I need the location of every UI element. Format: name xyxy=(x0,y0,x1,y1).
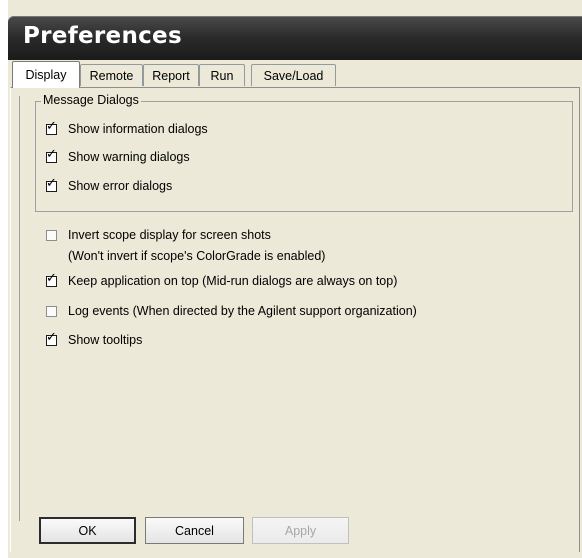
show-warning-dialogs-option[interactable]: ✓ Show warning dialogs xyxy=(46,148,190,164)
preferences-window: Preferences Display Remote Report Run Sa… xyxy=(8,0,582,558)
show-warning-dialogs-checkbox[interactable]: ✓ xyxy=(46,148,57,163)
keep-on-top-option[interactable]: ✓ Keep application on top (Mid-run dialo… xyxy=(46,272,398,288)
invert-scope-display-checkbox[interactable] xyxy=(46,229,57,241)
show-information-dialogs-checkbox[interactable]: ✓ xyxy=(46,120,57,135)
invert-scope-display-note: (Won't invert if scope's ColorGrade is e… xyxy=(68,249,326,263)
show-error-dialogs-option[interactable]: ✓ Show error dialogs xyxy=(46,177,173,193)
display-tab-panel: Message Dialogs ✓ Show information dialo… xyxy=(10,87,580,552)
tab-strip: Display Remote Report Run Save/Load xyxy=(8,60,582,88)
show-tooltips-option[interactable]: ✓ Show tooltips xyxy=(46,331,143,347)
show-tooltips-label: Show tooltips xyxy=(68,333,143,347)
log-events-option[interactable]: Log events (When directed by the Agilent… xyxy=(46,304,417,318)
show-warning-dialogs-label: Show warning dialogs xyxy=(68,150,190,164)
tab-save-load-label: Save/Load xyxy=(263,68,324,83)
tab-run-label: Run xyxy=(210,68,234,83)
invert-scope-display-label: Invert scope display for screen shots xyxy=(68,228,271,242)
panel-inner-edge xyxy=(19,96,20,521)
invert-scope-display-option[interactable]: Invert scope display for screen shots xyxy=(46,228,271,242)
tab-remote[interactable]: Remote xyxy=(80,64,143,86)
tab-report-label: Report xyxy=(152,68,190,83)
tab-run[interactable]: Run xyxy=(199,64,245,86)
checkmark-icon: ✓ xyxy=(46,270,57,286)
title-bar[interactable]: Preferences xyxy=(8,16,582,60)
message-dialogs-legend: Message Dialogs xyxy=(41,93,141,107)
tab-display[interactable]: Display xyxy=(12,61,80,88)
cancel-button[interactable]: Cancel xyxy=(145,517,244,544)
log-events-checkbox[interactable] xyxy=(46,305,57,317)
tab-save-load[interactable]: Save/Load xyxy=(251,64,336,86)
tab-display-label: Display xyxy=(25,68,67,82)
log-events-label: Log events (When directed by the Agilent… xyxy=(68,304,417,318)
show-tooltips-checkbox[interactable]: ✓ xyxy=(46,331,57,346)
tab-remote-label: Remote xyxy=(89,68,134,83)
show-error-dialogs-label: Show error dialogs xyxy=(68,179,173,193)
checkmark-icon: ✓ xyxy=(46,118,57,134)
show-information-dialogs-label: Show information dialogs xyxy=(68,122,208,136)
show-error-dialogs-checkbox[interactable]: ✓ xyxy=(46,177,57,192)
apply-button[interactable]: Apply xyxy=(252,517,349,544)
tab-report[interactable]: Report xyxy=(143,64,199,86)
keep-on-top-checkbox[interactable]: ✓ xyxy=(46,272,57,287)
message-dialogs-group: Message Dialogs ✓ Show information dialo… xyxy=(35,93,573,212)
window-title: Preferences xyxy=(23,23,182,49)
checkmark-icon: ✓ xyxy=(46,175,57,191)
ok-button[interactable]: OK xyxy=(39,517,136,544)
checkmark-icon: ✓ xyxy=(46,146,57,162)
keep-on-top-label: Keep application on top (Mid-run dialogs… xyxy=(68,274,398,288)
checkmark-icon: ✓ xyxy=(46,329,57,345)
show-information-dialogs-option[interactable]: ✓ Show information dialogs xyxy=(46,120,208,136)
